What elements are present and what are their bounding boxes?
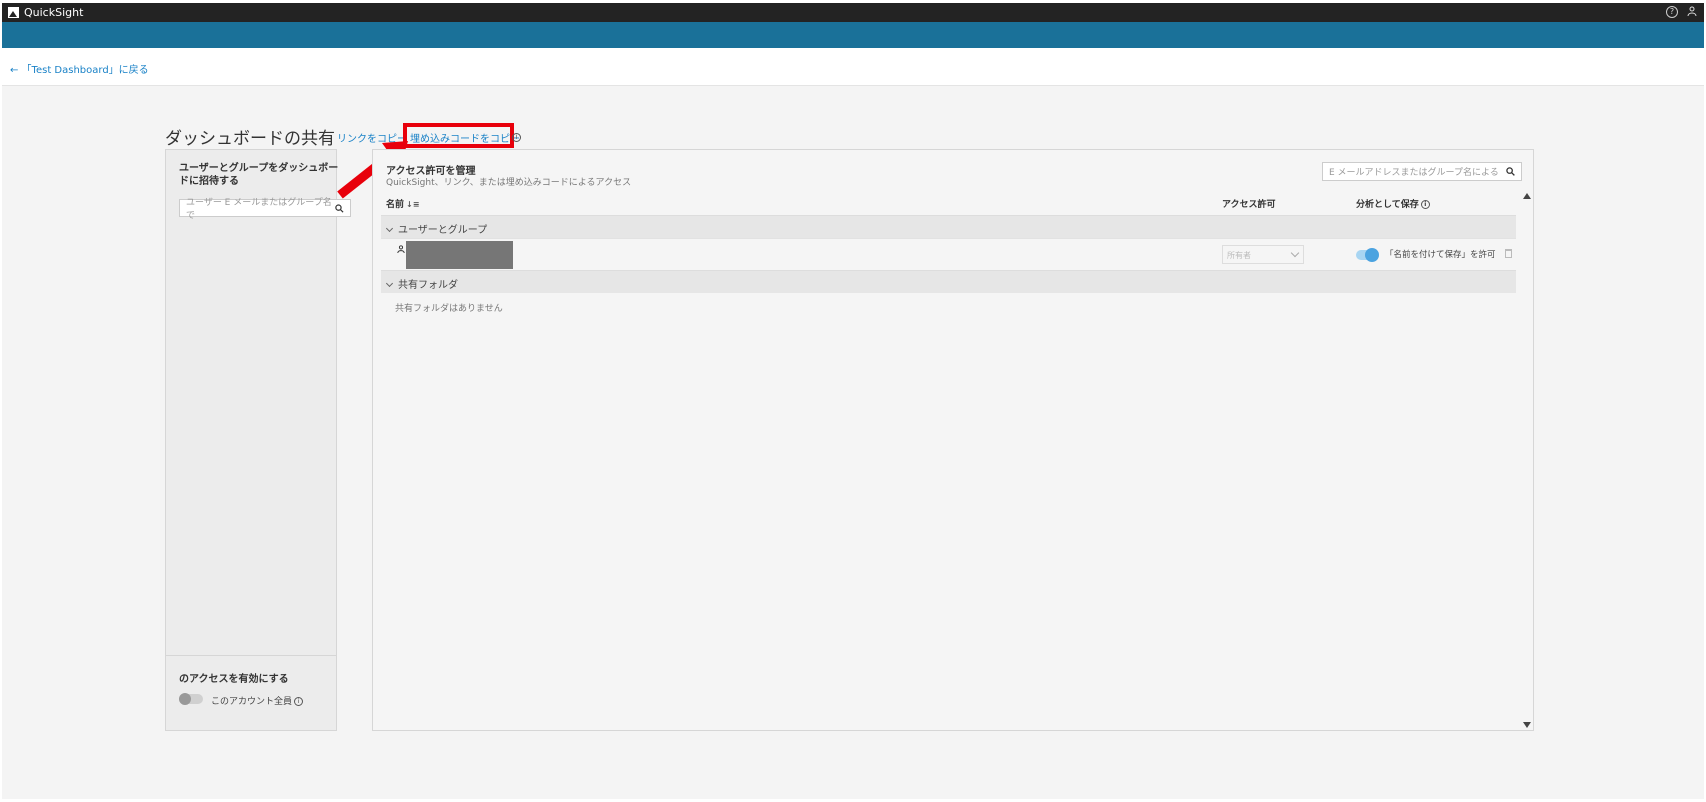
highlight-box <box>403 123 514 148</box>
app-logo[interactable]: QuickSight <box>8 6 83 19</box>
column-name-header[interactable]: 名前 ↓≡ <box>386 197 419 210</box>
account-access-section: のアクセスを有効にする このアカウント全員 i <box>166 655 336 731</box>
search-icon <box>1506 167 1515 176</box>
trash-icon[interactable] <box>1505 249 1512 258</box>
app-title: QuickSight <box>24 6 84 19</box>
group-shared-folders[interactable]: 共有フォルダ <box>381 270 1516 293</box>
sort-icon[interactable]: ↓≡ <box>406 200 419 209</box>
manage-permissions-subtitle: QuickSight、リンク、または埋め込みコードによるアクセス <box>386 178 632 188</box>
user-search-input[interactable]: ユーザー E メールまたはグループ名で <box>179 198 351 221</box>
permissions-search-placeholder: E メールアドレスまたはグループ名による <box>1329 168 1499 178</box>
permission-select[interactable]: 所有者 <box>1222 245 1304 264</box>
search-icon <box>335 203 344 213</box>
top-icons: ? <box>1666 6 1698 18</box>
back-to-dashboard-link[interactable]: ← 「Test Dashboard」に戻る <box>10 61 149 76</box>
user-search-placeholder: ユーザー E メールまたはグループ名で <box>186 198 332 221</box>
permissions-search-input[interactable]: E メールアドレスまたはグループ名による <box>1322 162 1522 181</box>
column-permission-header: アクセス許可 <box>1222 200 1276 210</box>
info-icon[interactable]: i <box>512 133 521 142</box>
top-bar: QuickSight ? <box>2 3 1704 22</box>
enable-access-title: のアクセスを有効にする <box>179 674 289 685</box>
permissions-panel: アクセス許可を管理 QuickSight、リンク、または埋め込みコードによるアク… <box>372 149 1534 731</box>
page-title: ダッシュボードの共有 <box>165 129 335 149</box>
chevron-down-icon <box>1290 248 1300 258</box>
quicksight-logo-icon <box>8 7 19 18</box>
all-account-toggle[interactable] <box>179 693 203 705</box>
back-bar: ← 「Test Dashboard」に戻る <box>2 48 1704 86</box>
empty-folders-message: 共有フォルダはありません <box>395 304 503 314</box>
scroll-up-arrow-icon[interactable] <box>1523 193 1531 199</box>
save-as-label: 「名前を付けて保存」を許可 <box>1385 250 1496 260</box>
column-save-as-header: 分析として保存 i <box>1356 197 1430 210</box>
chevron-down-icon <box>385 224 394 233</box>
scroll-down-arrow-icon[interactable] <box>1523 722 1531 728</box>
table-row: 所有者 「名前を付けて保存」を許可 <box>381 238 1516 270</box>
all-account-label: このアカウント全員 i <box>211 694 304 707</box>
invite-panel: ユーザーとグループをダッシュボードに招待する ユーザー E メールまたはグループ… <box>165 149 351 731</box>
save-as-toggle[interactable] <box>1356 248 1379 262</box>
invite-title: ユーザーとグループをダッシュボードに招待する <box>179 163 339 187</box>
info-icon[interactable]: i <box>1420 200 1430 209</box>
help-icon[interactable]: ? <box>1666 6 1678 18</box>
header-banner <box>2 22 1704 48</box>
chevron-down-icon <box>385 279 394 288</box>
user-icon[interactable] <box>1686 6 1698 18</box>
redacted-user-name <box>406 241 513 269</box>
user-icon <box>397 245 405 256</box>
group-users-and-groups[interactable]: ユーザーとグループ <box>381 215 1516 238</box>
info-icon[interactable]: i <box>294 697 304 706</box>
